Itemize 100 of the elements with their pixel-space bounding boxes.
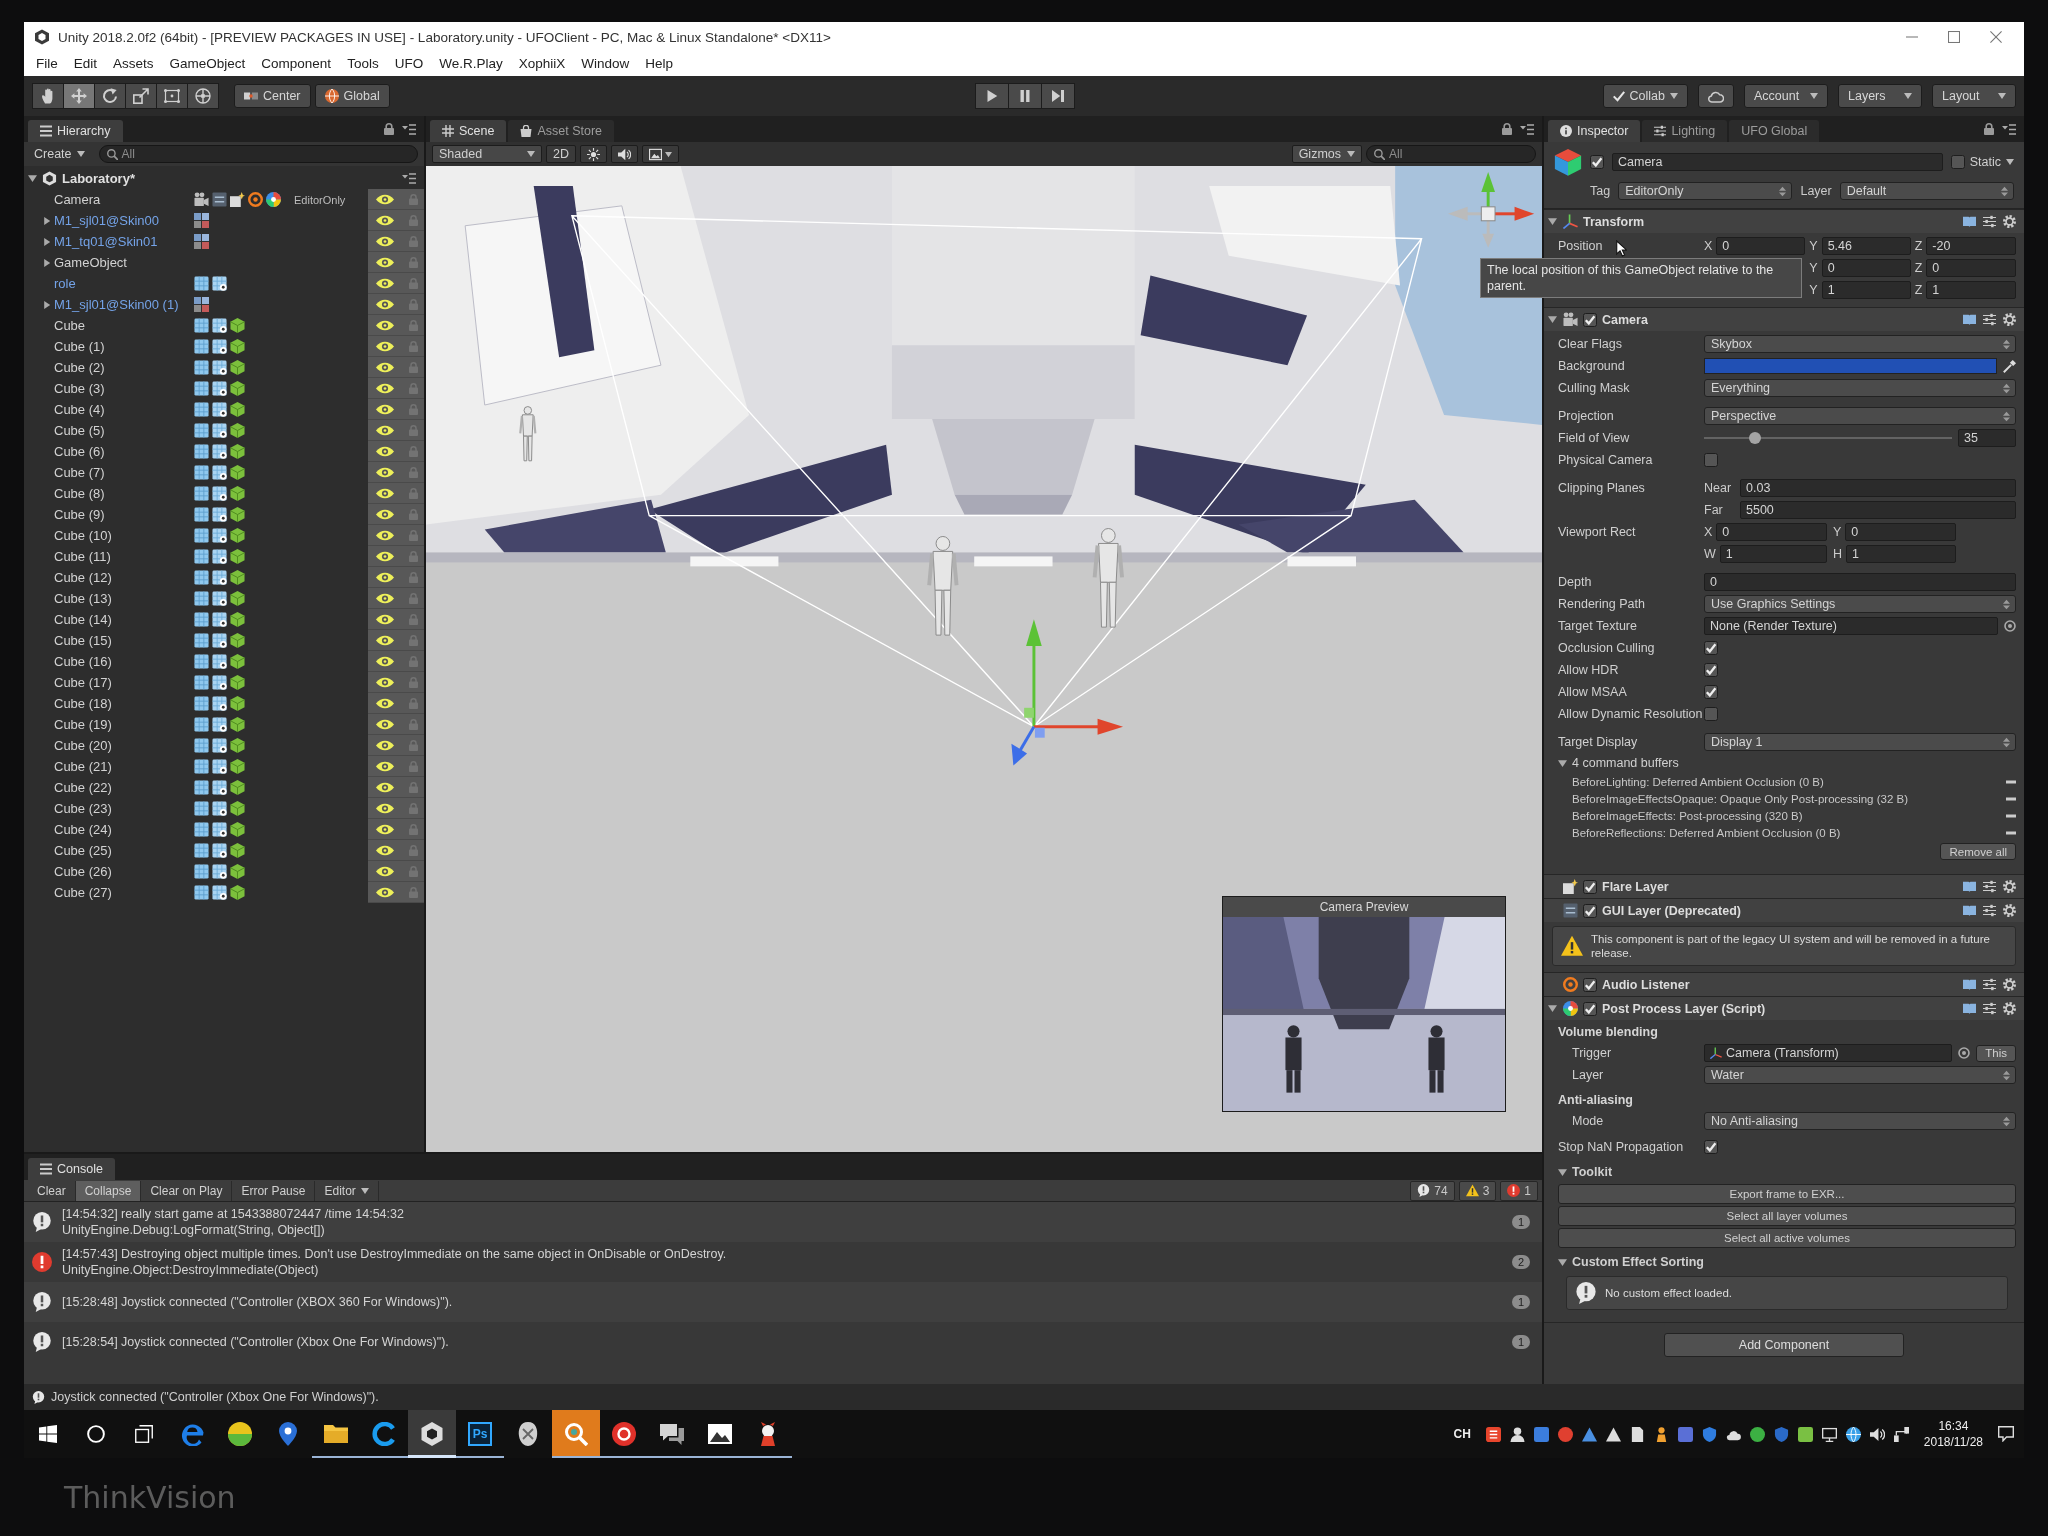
number-field[interactable]: 0 [1716, 523, 1827, 541]
taskbar-app-button[interactable]: Ps [456, 1410, 504, 1458]
hierarchy-row[interactable]: Cube [24, 315, 424, 336]
hierarchy-row[interactable]: Cube (14) [24, 609, 424, 630]
speaker-icon[interactable] [1869, 1426, 1885, 1442]
add-component-button[interactable]: Add Component [1664, 1333, 1904, 1357]
sliders-icon[interactable] [1983, 880, 1996, 893]
hierarchy-row[interactable]: Cube (27) [24, 882, 424, 903]
menu-item[interactable]: Assets [105, 53, 162, 73]
eye-icon[interactable] [376, 529, 394, 541]
expand-arrow-icon[interactable] [43, 300, 51, 309]
triangle-icon[interactable] [1581, 1426, 1597, 1442]
component-header[interactable]: GUI Layer (Deprecated) [1544, 898, 2024, 922]
eye-icon[interactable] [376, 298, 394, 310]
expand-arrow-icon[interactable] [43, 216, 51, 225]
checkbox[interactable] [1704, 453, 1718, 467]
hierarchy-row[interactable]: GameObject [24, 252, 424, 273]
log-entry[interactable]: [14:54:32] really start game at 1543388072447 /time 14:54:32 UnityEngine.Debug:LogFormat(String, Object[]) 1 [24, 1202, 1542, 1242]
lighting-toggle[interactable] [580, 145, 607, 163]
notification-icon[interactable] [1998, 1426, 2014, 1442]
gear-icon[interactable] [2003, 978, 2016, 991]
eye-icon[interactable] [376, 844, 394, 856]
eye-icon[interactable] [376, 550, 394, 562]
dropdown[interactable]: Use Graphics Settings [1704, 595, 2016, 613]
language-indicator[interactable]: CH [1453, 1427, 1471, 1441]
hierarchy-row[interactable]: M1_sjl01@Skin00 [24, 210, 424, 231]
number-field[interactable]: 5500 [1740, 501, 2016, 519]
static-toggle[interactable]: Static [1950, 155, 2014, 169]
eye-icon[interactable] [376, 571, 394, 583]
object-field[interactable]: Camera (Transform) [1704, 1044, 1953, 1062]
sliders-icon[interactable] [1983, 978, 1996, 991]
foldout-header[interactable]: Custom Effect Sorting [1558, 1252, 2016, 1272]
scene-root-row[interactable]: Laboratory* [24, 168, 424, 189]
step-button[interactable] [1040, 83, 1075, 109]
hierarchy-row[interactable]: Camera EditorOnly [24, 189, 424, 210]
source-dropdown[interactable]: Editor [315, 1180, 379, 1201]
layer-dropdown[interactable]: Default [1839, 182, 2014, 200]
eye-icon[interactable] [376, 508, 394, 520]
pivot-position-button[interactable]: Center [234, 84, 311, 108]
tag-dropdown[interactable]: EditorOnly [1618, 182, 1793, 200]
menu-item[interactable]: We.R.Play [431, 53, 511, 73]
hierarchy-row[interactable]: Cube (19) [24, 714, 424, 735]
eye-icon[interactable] [376, 193, 394, 205]
hierarchy-row[interactable]: Cube (4) [24, 399, 424, 420]
eye-icon[interactable] [376, 697, 394, 709]
taskbar-app-button[interactable] [408, 1410, 456, 1458]
component-header[interactable]: Audio Listener [1544, 972, 2024, 996]
log-entry[interactable]: [14:57:43] Destroying object multiple times. Don't use DestroyImmediate on the same object in OnDisable or OnDestroy. UnityEngine.Object:DestroyImmediate(Object) 2 [24, 1242, 1542, 1282]
foldout-header[interactable]: Toolkit [1558, 1162, 2016, 1182]
checkbox[interactable] [1583, 903, 1597, 918]
hierarchy-row[interactable]: Cube (25) [24, 840, 424, 861]
eye-icon[interactable] [376, 424, 394, 436]
remove-minus-icon[interactable] [2006, 813, 2016, 818]
checkbox[interactable] [1704, 641, 1718, 655]
checkbox[interactable] [1704, 663, 1718, 677]
sliders-icon[interactable] [1983, 1002, 1996, 1015]
panel-menu-icon[interactable] [1520, 123, 1534, 135]
eye-icon[interactable] [376, 634, 394, 646]
eye-icon[interactable] [376, 235, 394, 247]
hierarchy-row[interactable]: Cube (1) [24, 336, 424, 357]
network-icon[interactable] [1893, 1426, 1909, 1442]
clock-time[interactable]: 16:34 [1938, 1418, 1969, 1434]
eye-icon[interactable] [376, 718, 394, 730]
eye-icon[interactable] [376, 865, 394, 877]
checkbox[interactable] [1950, 155, 1965, 169]
person-icon[interactable] [1509, 1426, 1525, 1442]
sliders-icon[interactable] [1983, 904, 1996, 917]
book-icon[interactable] [1963, 215, 1976, 228]
menu-item[interactable]: UFO [386, 53, 432, 73]
triangle-icon[interactable] [1605, 1426, 1621, 1442]
eye-icon[interactable] [376, 676, 394, 688]
error-count-toggle[interactable]: 1 [1500, 1180, 1538, 1201]
number-field[interactable]: 35 [1958, 429, 2016, 447]
eyedropper-icon[interactable] [2003, 359, 2016, 373]
mode-2d-toggle[interactable]: 2D [546, 145, 576, 163]
menu-item[interactable]: XophiiX [510, 53, 574, 73]
play-button[interactable] [974, 83, 1009, 109]
maximize-icon[interactable] [1948, 31, 1960, 43]
toolkit-button[interactable]: Select all active volumes [1558, 1228, 2016, 1248]
log-entry[interactable]: [15:28:48] Joystick connected ("Controller (XBOX 360 For Windows)"). 1 [24, 1282, 1542, 1322]
hierarchy-tab[interactable]: Hierarchy [28, 120, 123, 142]
dropdown[interactable]: Perspective [1704, 407, 2016, 425]
foldout-arrow-icon[interactable] [28, 174, 37, 183]
book-icon[interactable] [1963, 880, 1976, 893]
hierarchy-row[interactable]: role [24, 273, 424, 294]
hierarchy-row[interactable]: Cube (22) [24, 777, 424, 798]
hierarchy-row[interactable]: Cube (18) [24, 693, 424, 714]
expand-arrow-icon[interactable] [43, 258, 51, 267]
info-count-toggle[interactable]: 74 [1410, 1180, 1455, 1201]
gear-icon[interactable] [2003, 1002, 2016, 1015]
console-toggle[interactable]: Error Pause [232, 1180, 316, 1201]
eye-icon[interactable] [376, 823, 394, 835]
gear-icon[interactable] [2003, 880, 2016, 893]
slider-thumb[interactable] [1748, 432, 1761, 444]
eye-icon[interactable] [376, 760, 394, 772]
eye-icon[interactable] [376, 361, 394, 373]
number-field[interactable]: 1 [1821, 281, 1911, 299]
hierarchy-row[interactable]: Cube (7) [24, 462, 424, 483]
transform-tool-button[interactable] [187, 83, 219, 109]
disc-icon[interactable] [1557, 1426, 1573, 1442]
